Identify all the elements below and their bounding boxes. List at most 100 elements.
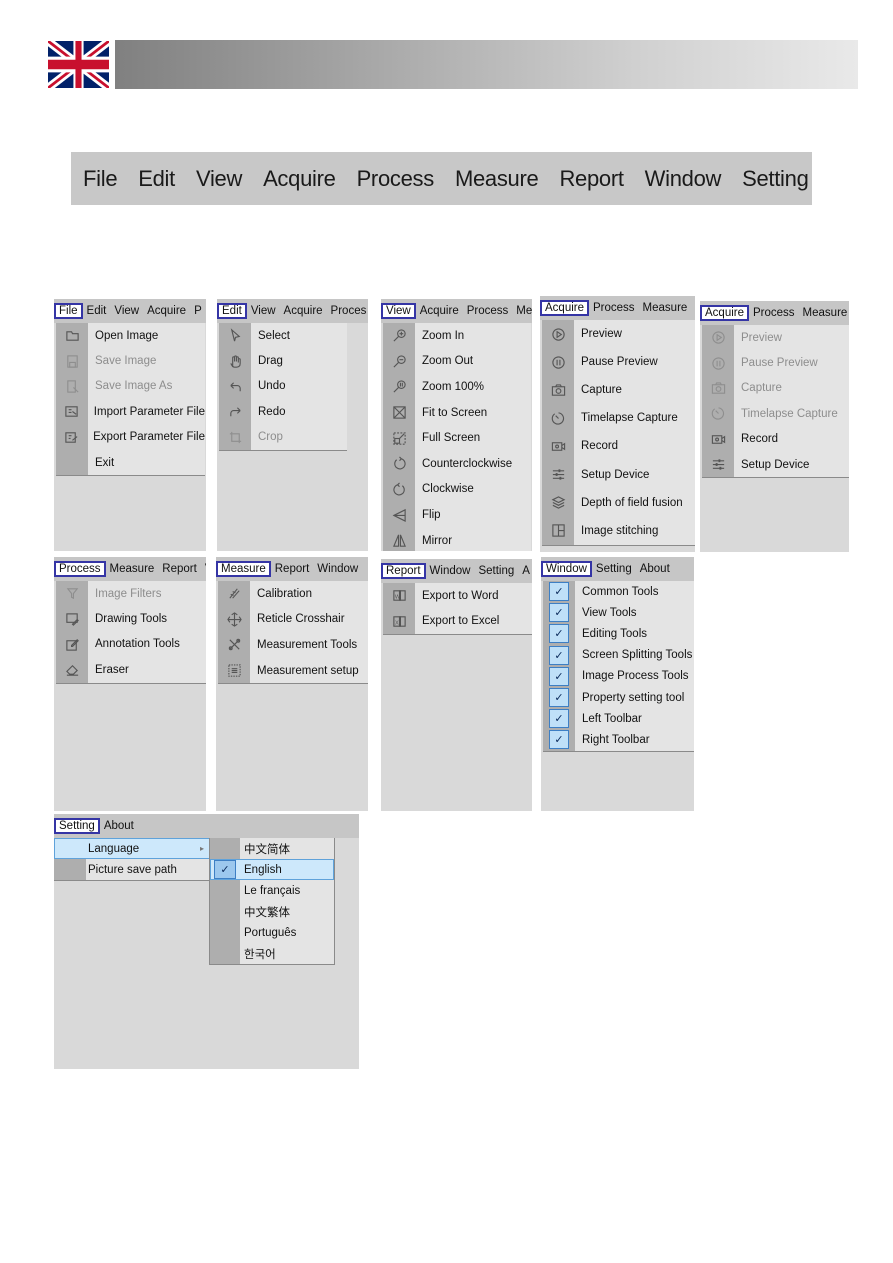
menubar-item-measure[interactable]: Measure <box>216 561 271 577</box>
menu-item-image-stitching[interactable]: Image stitching <box>542 517 695 545</box>
menubar-item-acquire[interactable]: Acquire <box>416 305 463 317</box>
menu-item-drawing-tools[interactable]: Drawing Tools <box>56 606 206 631</box>
menubar-item-proces[interactable]: Proces <box>327 305 368 317</box>
menu-item-screen-splitting-tools[interactable]: ✓ Screen Splitting Tools <box>543 645 694 666</box>
menu-item-undo[interactable]: Undo <box>219 374 347 399</box>
menu-report[interactable]: Report <box>559 166 624 192</box>
menu-item-language[interactable]: Language ▸ <box>54 838 210 859</box>
menu-process[interactable]: Process <box>357 166 435 192</box>
menu-measure[interactable]: Measure <box>455 166 539 192</box>
menu-item-zoom-in[interactable]: Zoom In <box>383 323 531 349</box>
menubar-item-view[interactable]: View <box>110 305 143 317</box>
menubar-item-process[interactable]: Process <box>589 302 639 314</box>
menu-item-left-toolbar[interactable]: ✓ Left Toolbar <box>543 708 694 729</box>
menubar-item-p[interactable]: P <box>190 305 206 317</box>
language-option-3[interactable]: 中文繁体 <box>210 901 334 922</box>
menu-item-measurement-setup[interactable]: Measurement setup <box>218 658 368 684</box>
menu-item-preview[interactable]: Preview <box>542 320 695 348</box>
menubar-item-acquire[interactable]: Acquire <box>143 305 190 317</box>
menubar-item-measure[interactable]: Measure <box>639 302 692 314</box>
menubar-item-window[interactable]: Window <box>313 563 362 575</box>
menu-item-right-toolbar[interactable]: ✓ Right Toolbar <box>543 729 694 750</box>
menu-window[interactable]: Window <box>645 166 722 192</box>
menu-item-zoom-out[interactable]: Zoom Out <box>383 349 531 375</box>
menu-item-drag[interactable]: Drag <box>219 348 347 373</box>
menu-item-capture[interactable]: Capture <box>542 376 695 404</box>
menu-item-eraser[interactable]: Eraser <box>56 657 206 682</box>
language-option-2[interactable]: Le français <box>210 880 334 901</box>
menu-file[interactable]: File <box>83 166 118 192</box>
checkbox-checked-icon[interactable]: ✓ <box>549 666 569 686</box>
menu-item-fit-to-screen[interactable]: Fit to Screen <box>383 400 531 426</box>
menu-item-record[interactable]: Record <box>702 427 849 452</box>
menu-item-redo[interactable]: Redo <box>219 399 347 424</box>
menu-item-record[interactable]: Record <box>542 432 695 460</box>
checkbox-checked-icon[interactable]: ✓ <box>549 688 569 708</box>
menu-item-select[interactable]: Select <box>219 323 347 348</box>
menu-item-export-to-word[interactable]: W Export to Word <box>383 583 532 608</box>
menubar-item-about[interactable]: About <box>100 820 138 832</box>
checkbox-checked-icon[interactable]: ✓ <box>549 603 569 623</box>
menubar-item-process[interactable]: Process <box>749 307 799 319</box>
menu-item-reticle-crosshair[interactable]: Reticle Crosshair <box>218 607 368 633</box>
menu-item-full-screen[interactable]: Full Screen <box>383 425 531 451</box>
menu-item-export-to-excel[interactable]: X Export to Excel <box>383 608 532 633</box>
menubar-item-report[interactable]: Report <box>158 563 201 575</box>
menu-item-import-parameter-file[interactable]: Import Parameter File <box>56 399 205 424</box>
menu-item-flip[interactable]: Flip <box>383 502 531 528</box>
menubar-item-measure[interactable]: Measure <box>106 563 159 575</box>
menubar-item-edit[interactable]: Edit <box>83 305 111 317</box>
menubar-item-setting[interactable]: Setting <box>592 563 636 575</box>
checkbox-checked-icon[interactable]: ✓ <box>549 730 569 750</box>
menu-item-open-image[interactable]: Open Image <box>56 323 205 348</box>
menu-edit[interactable]: Edit <box>138 166 175 192</box>
menubar-item-measure[interactable]: Measure <box>799 307 849 319</box>
menubar-item-setting[interactable]: Setting <box>474 565 518 577</box>
menu-item-annotation-tools[interactable]: Annotation Tools <box>56 632 206 657</box>
menu-item-editing-tools[interactable]: ✓ Editing Tools <box>543 623 694 644</box>
menubar-item-report[interactable]: Report <box>381 563 426 579</box>
menu-item-clockwise[interactable]: Clockwise <box>383 477 531 503</box>
menu-item-timelapse-capture[interactable]: Timelapse Capture <box>542 404 695 432</box>
menu-item-pause-preview[interactable]: Pause Preview <box>542 348 695 376</box>
language-option-1[interactable]: ✓ English <box>210 859 334 880</box>
menubar-item-window[interactable]: Window <box>541 561 592 577</box>
menubar-item-window[interactable]: Window <box>426 565 475 577</box>
menubar-item-acquire[interactable]: Acquire <box>700 305 749 321</box>
menu-item-view-tools[interactable]: ✓ View Tools <box>543 602 694 623</box>
menubar-item-view[interactable]: View <box>247 305 280 317</box>
menu-item-calibration[interactable]: Calibration <box>218 581 368 607</box>
menu-item-picture-save-path[interactable]: Picture save path <box>54 859 210 880</box>
menu-item-setup-device[interactable]: Setup Device <box>542 460 695 488</box>
language-option-5[interactable]: 한국어 <box>210 943 334 964</box>
language-option-4[interactable]: Português <box>210 922 334 943</box>
menu-item-image-process-tools[interactable]: ✓ Image Process Tools <box>543 666 694 687</box>
menu-item-measurement-tools[interactable]: Measurement Tools <box>218 632 368 658</box>
menubar-item-me[interactable]: Me <box>512 305 532 317</box>
menubar-item-acquire[interactable]: Acquire <box>280 305 327 317</box>
menu-item-depth-of-field-fusion[interactable]: Depth of field fusion <box>542 489 695 517</box>
menubar-item-acquire[interactable]: Acquire <box>540 300 589 316</box>
checkbox-checked-icon[interactable]: ✓ <box>549 709 569 729</box>
menubar-item-process[interactable]: Process <box>54 561 106 577</box>
menu-view[interactable]: View <box>196 166 242 192</box>
menubar-item-report[interactable]: Report <box>271 563 314 575</box>
menu-setting[interactable]: Setting <box>742 166 809 192</box>
menubar-item-setting[interactable]: Setting <box>54 818 100 834</box>
menubar-item-about[interactable]: About <box>636 563 674 575</box>
menu-item-property-setting-tool[interactable]: ✓ Property setting tool <box>543 687 694 708</box>
menubar-item-a[interactable]: A <box>518 565 532 577</box>
language-option-0[interactable]: 中文简体 <box>210 838 334 859</box>
menu-item-zoom-100[interactable]: Zoom 100% <box>383 374 531 400</box>
menu-item-setup-device[interactable]: Setup Device <box>702 452 849 477</box>
menubar-item-edit[interactable]: Edit <box>217 303 247 319</box>
menubar-item-file[interactable]: File <box>54 303 83 319</box>
menu-item-exit[interactable]: Exit <box>56 450 205 475</box>
checkbox-checked-icon[interactable]: ✓ <box>549 645 569 665</box>
menu-item-common-tools[interactable]: ✓ Common Tools <box>543 581 694 602</box>
checkbox-checked-icon[interactable]: ✓ <box>549 624 569 644</box>
menubar-item-v[interactable]: V <box>201 563 206 575</box>
menu-item-counterclockwise[interactable]: Counterclockwise <box>383 451 531 477</box>
menu-item-export-parameter-file[interactable]: Export Parameter File <box>56 425 205 450</box>
checkbox-checked-icon[interactable]: ✓ <box>549 582 569 602</box>
